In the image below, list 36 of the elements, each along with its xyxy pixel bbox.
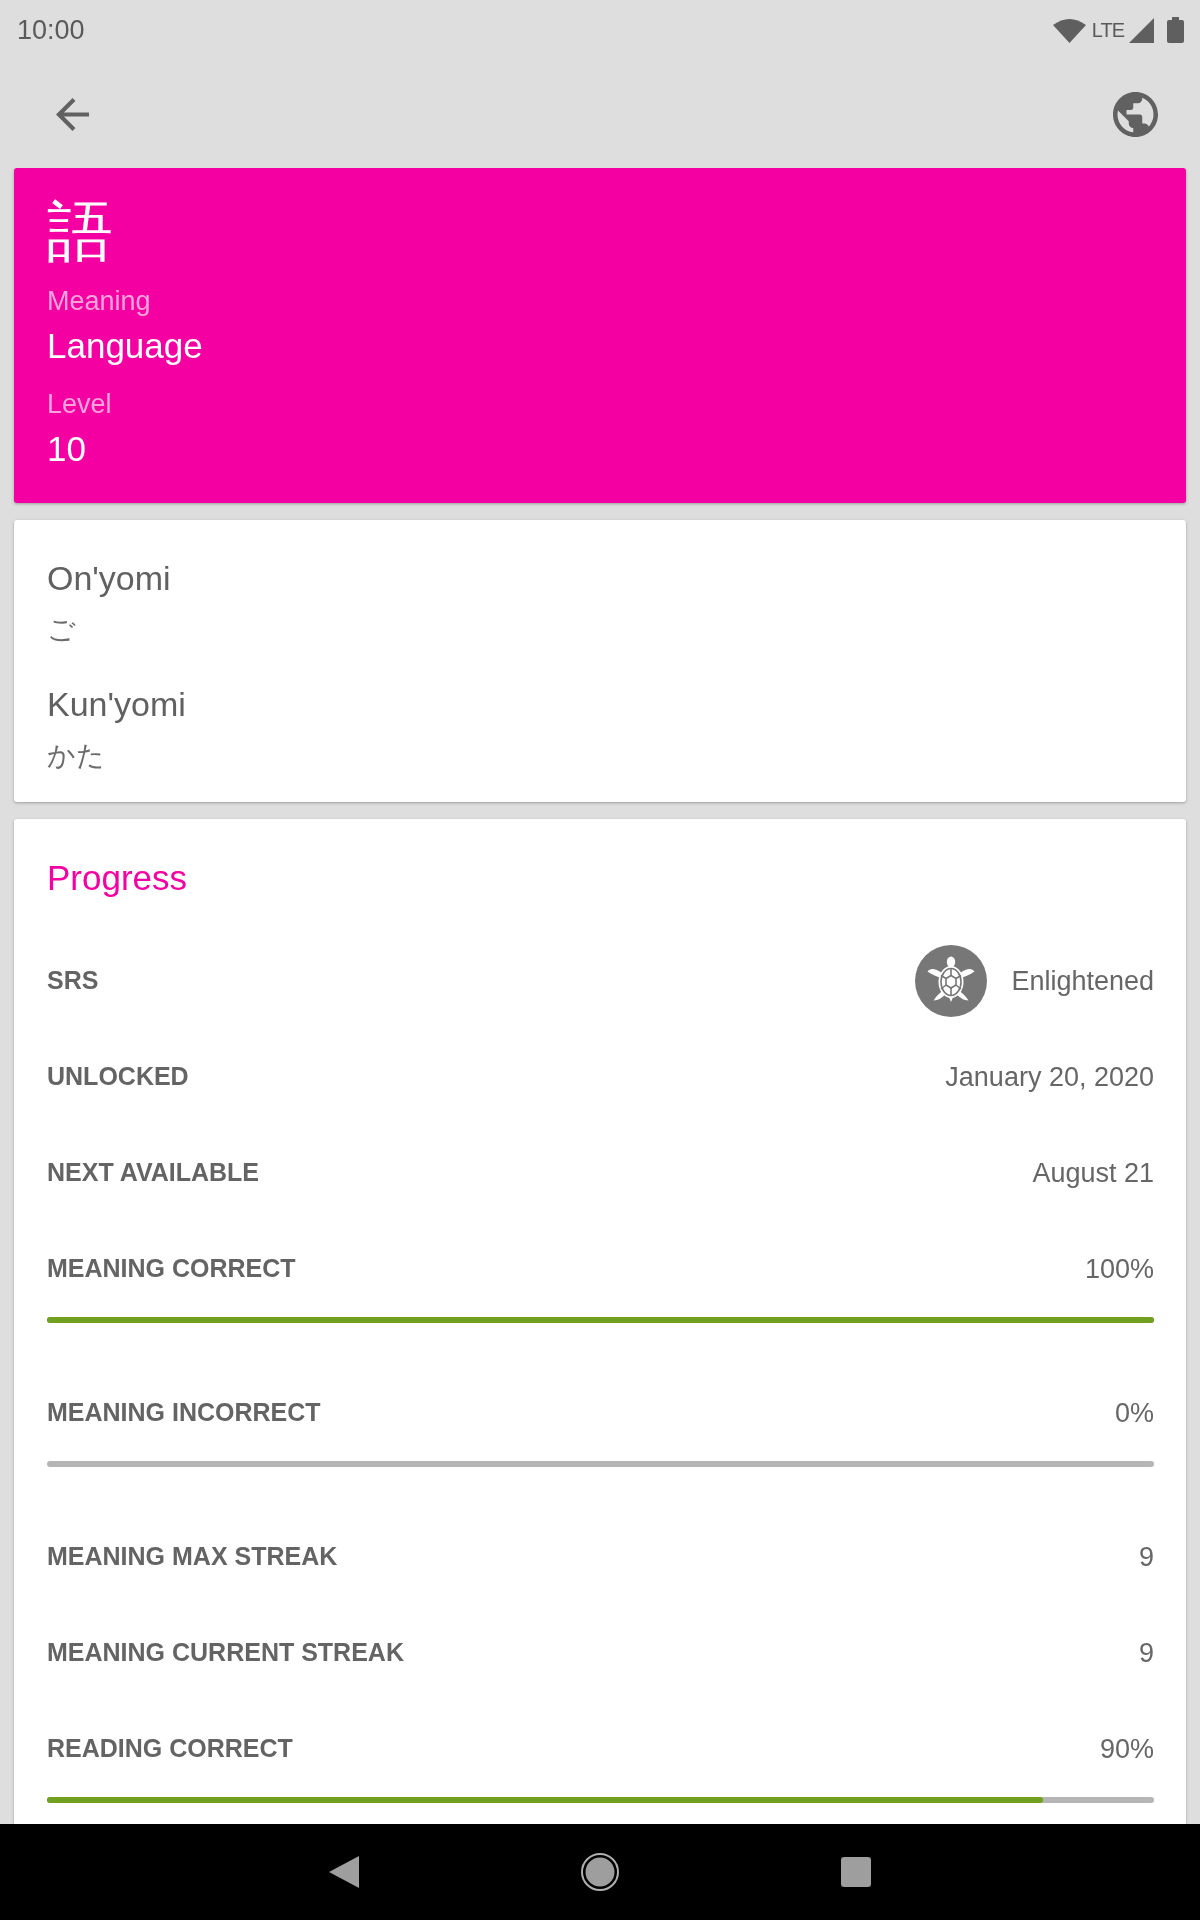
reading-label: On'yomi: [47, 558, 171, 599]
reading-value: かた: [47, 739, 105, 773]
wifi-icon: [1052, 17, 1086, 43]
row-label: MEANING MAX STREAK: [47, 1541, 338, 1573]
row-value: 9: [1138, 1540, 1154, 1574]
back-arrow-icon: [56, 97, 89, 131]
back-icon[interactable]: [329, 1856, 359, 1888]
row-value: Enlightened: [1011, 964, 1154, 998]
turtle-icon: [915, 945, 988, 1017]
row-value: January 20, 2020: [945, 1060, 1154, 1094]
row-label: READING CORRECT: [47, 1733, 293, 1765]
row-label: MEANING INCORRECT: [47, 1397, 321, 1429]
status-time: 10:00: [17, 13, 85, 47]
globe-icon: [1113, 91, 1158, 137]
row-value: August 21: [1032, 1156, 1154, 1190]
reading-label: Kun'yomi: [47, 684, 186, 725]
field-value: 10: [47, 428, 86, 470]
row-value: 90%: [1099, 1732, 1154, 1766]
network-label: LTE: [1091, 18, 1124, 43]
kanji-character: 語: [47, 195, 113, 267]
section-title: Progress: [47, 857, 188, 899]
row-label: MEANING CURRENT STREAK: [47, 1637, 404, 1669]
field-label: Level: [47, 388, 112, 421]
row-label: UNLOCKED: [47, 1061, 189, 1093]
row-label: SRS: [47, 965, 99, 997]
battery-icon: [1167, 17, 1184, 43]
home-icon[interactable]: [581, 1853, 619, 1891]
row-value: 9: [1138, 1636, 1154, 1670]
row-label: NEXT AVAILABLE: [47, 1157, 260, 1189]
row-value: 0%: [1114, 1396, 1154, 1430]
row-label: MEANING CORRECT: [47, 1253, 296, 1285]
signal-icon: [1129, 17, 1154, 43]
field-value: Language: [47, 325, 203, 367]
row-value: 100%: [1084, 1252, 1154, 1286]
field-label: Meaning: [47, 285, 151, 318]
reading-value: ご: [47, 613, 76, 647]
